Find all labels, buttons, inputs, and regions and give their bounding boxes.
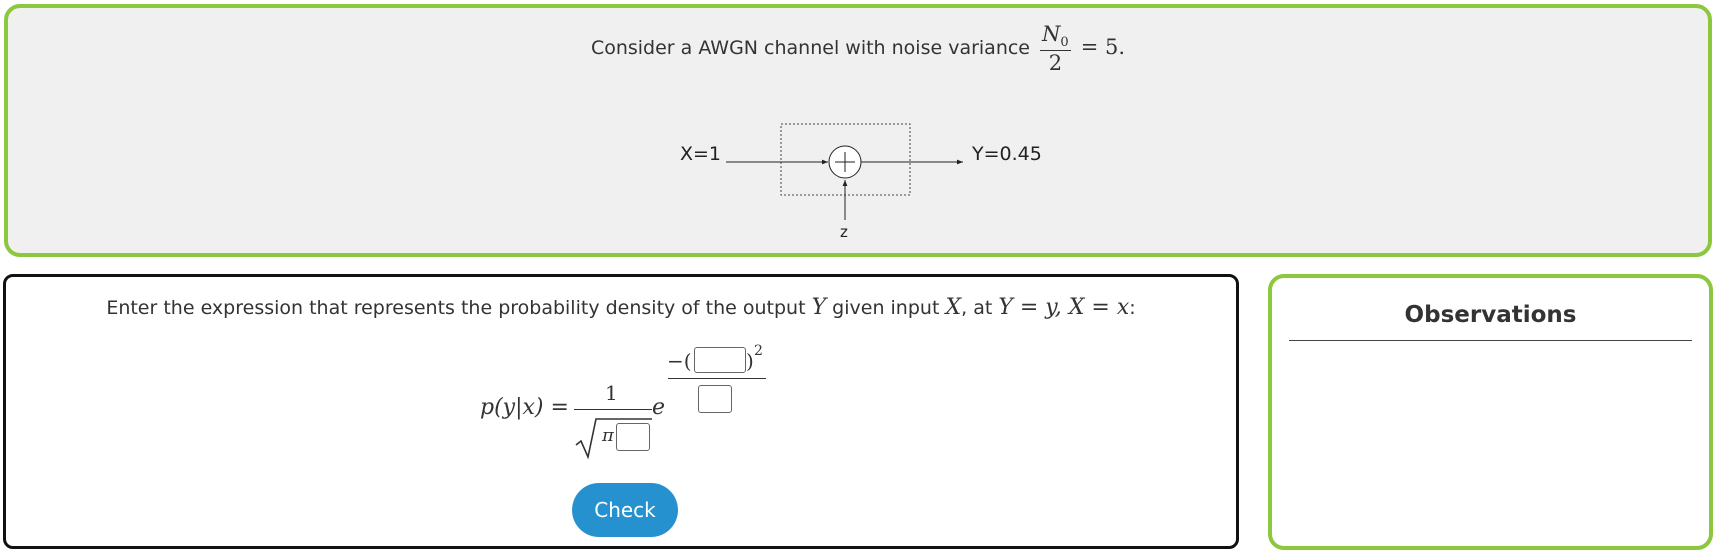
- observations-title: Observations: [1404, 302, 1577, 328]
- question-text-4: :: [1129, 297, 1136, 319]
- condition-expression: Y = y, X = x: [998, 295, 1130, 320]
- exponent-minus: −(: [667, 349, 692, 373]
- question-prompt: Enter the expression that represents the…: [6, 295, 1236, 320]
- question-panel: Enter the expression that represents the…: [3, 274, 1239, 549]
- formula-numerator: 1: [605, 381, 618, 405]
- exponent-close-paren: ): [746, 349, 754, 373]
- var-x: X: [945, 295, 962, 320]
- awgn-channel-diagram: X=1 Y=0.45 z: [680, 123, 1042, 241]
- exp-base: e: [652, 395, 666, 420]
- var-y: Y: [811, 295, 827, 320]
- exponent-numerator-input[interactable]: [694, 347, 746, 373]
- formula-fraction-bar: [574, 409, 652, 410]
- question-text-3: , at: [961, 297, 993, 319]
- problem-panel: Consider a AWGN channel with noise varia…: [4, 4, 1712, 257]
- noise-label: z: [840, 223, 848, 241]
- exponent-power: 2: [754, 343, 763, 359]
- question-text-1: Enter the expression that represents the…: [106, 297, 806, 319]
- check-button[interactable]: Check: [572, 483, 678, 537]
- output-label: Y=0.45: [971, 143, 1042, 165]
- input-label: X=1: [680, 143, 721, 165]
- formula-lhs: p(y|x) =: [480, 395, 569, 420]
- sqrt-input[interactable]: [616, 423, 650, 451]
- question-text-2: given input: [832, 297, 940, 319]
- exponent-denominator-input[interactable]: [698, 385, 732, 413]
- exponent-fraction-bar: [668, 378, 766, 379]
- observations-divider: [1289, 340, 1692, 341]
- pi-symbol: π: [602, 425, 614, 446]
- observations-panel: Observations: [1268, 274, 1713, 550]
